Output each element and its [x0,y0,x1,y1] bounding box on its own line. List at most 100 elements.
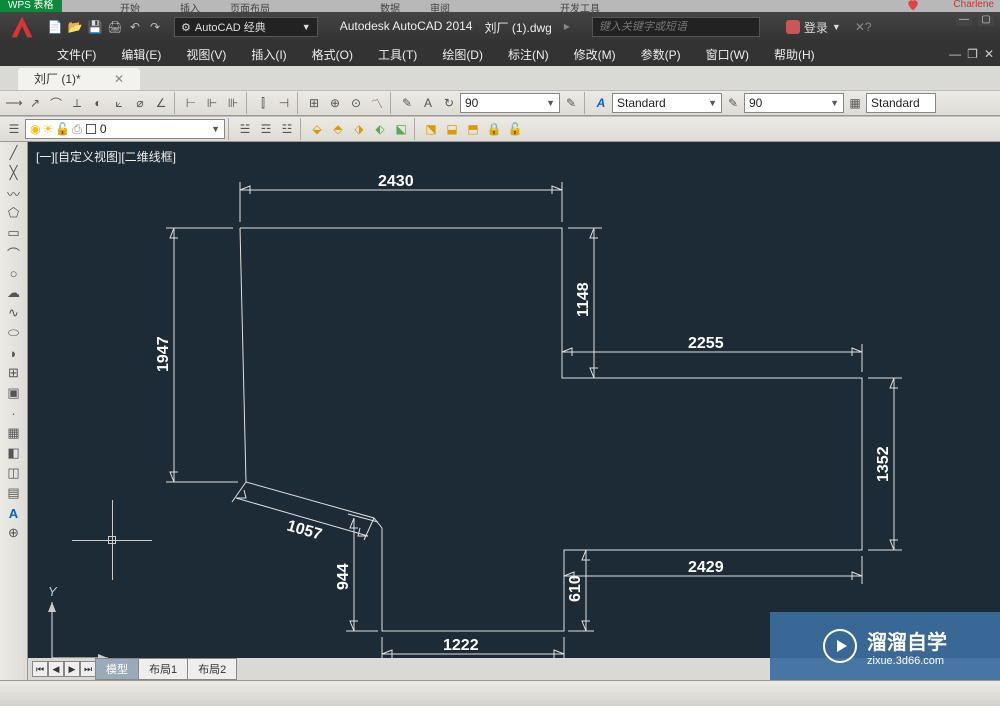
layer-walk-icon[interactable]: ⬘ [328,119,348,139]
dim-quick-icon[interactable]: ⊢ [181,93,201,113]
layer-unlock-icon[interactable]: 🔓 [505,119,525,139]
menu-view[interactable]: 视图(V) [175,43,237,66]
spline-icon[interactable]: ∿ [4,304,24,322]
inspect-icon[interactable]: ⊙ [346,93,366,113]
print-icon[interactable]: 🖨 [106,18,124,36]
dim-continue-icon[interactable]: ⊪ [223,93,243,113]
menu-modify[interactable]: 修改(M) [563,43,627,66]
dim-baseline-icon[interactable]: ⊩ [202,93,222,113]
open-icon[interactable]: 📂 [66,18,84,36]
chevron-right-icon[interactable]: ▸ [564,19,570,36]
make-block-icon[interactable]: ▣ [4,384,24,402]
tab-last-icon[interactable]: ⏭ [80,661,96,677]
table-style-icon[interactable]: ▦ [845,93,865,113]
doc-close-icon[interactable]: ✕ [984,47,994,61]
dim-radius-icon[interactable]: ◐ [88,93,108,113]
tab-layout2[interactable]: 布局2 [187,658,237,680]
center-mark-icon[interactable]: ⊕ [325,93,345,113]
rectangle-icon[interactable]: ▭ [4,224,24,242]
point-icon[interactable]: · [4,404,24,422]
login-button[interactable]: 登录 ▼ [786,19,841,36]
xline-icon[interactable]: ╳ [4,164,24,182]
dim-arc-icon[interactable]: ⌒ [46,93,66,113]
line-icon[interactable]: ╱ [4,144,24,162]
tab-first-icon[interactable]: ⏮ [32,661,48,677]
menu-window[interactable]: 窗口(W) [695,43,760,66]
circle-icon[interactable]: ○ [4,264,24,282]
maximize-button[interactable]: ▢ [978,12,994,26]
dim-edit-icon[interactable]: ✎ [397,93,417,113]
dim-angular-icon[interactable]: ∠ [151,93,171,113]
table-icon[interactable]: ▤ [4,484,24,502]
menu-draw[interactable]: 绘图(D) [431,43,494,66]
tab-prev-icon[interactable]: ◀ [48,661,64,677]
ellipse-arc-icon[interactable]: ◗ [4,344,24,362]
hatch-icon[interactable]: ▦ [4,424,24,442]
mtext-icon[interactable]: A [4,504,24,522]
layer-copy-icon[interactable]: ⬓ [442,119,462,139]
redo-icon[interactable]: ↷ [146,18,164,36]
dim-space-icon[interactable]: ⫿ [253,93,273,113]
menu-dim[interactable]: 标注(N) [497,43,560,66]
close-tab-icon[interactable]: ✕ [114,72,124,86]
addselected-icon[interactable]: ⊕ [4,524,24,542]
minimize-button[interactable]: — [956,12,972,26]
jogged-linear-icon[interactable]: 〽 [367,93,387,113]
doc-minimize-icon[interactable]: — [949,47,961,61]
layer-del-icon[interactable]: ⬒ [463,119,483,139]
tab-model[interactable]: 模型 [95,658,139,680]
arc-icon[interactable]: ⌒ [4,244,24,262]
dim-break-icon[interactable]: ⊣ [274,93,294,113]
layer-dropdown[interactable]: ◉ ☀ 🔓 ⎙ 0 ▼ [25,119,225,139]
layer-make-icon[interactable]: ⬔ [421,119,441,139]
save-icon[interactable]: 💾 [86,18,104,36]
drawing-canvas[interactable]: [一][自定义视图][二维线框] 2430 1947 1148 [28,142,1000,658]
search-input[interactable] [592,17,760,37]
layer-prev-icon[interactable]: ☳ [277,119,297,139]
autocad-logo-icon[interactable] [4,13,40,41]
dim-linear-icon[interactable]: ⟶ [4,93,24,113]
menu-insert[interactable]: 插入(I) [240,43,297,66]
dim-jogged-icon[interactable]: ⟀ [109,93,129,113]
polygon-icon[interactable]: ⬠ [4,204,24,222]
region-icon[interactable]: ◫ [4,464,24,482]
layer-off-icon[interactable]: ⬖ [370,119,390,139]
dim-text-edit-icon[interactable]: A [418,93,438,113]
dim-update-icon[interactable]: ↻ [439,93,459,113]
table-style-dropdown[interactable]: Standard [866,93,936,113]
menu-tools[interactable]: 工具(T) [367,43,428,66]
insert-block-icon[interactable]: ⊞ [4,364,24,382]
layer-lock-icon[interactable]: 🔒 [484,119,504,139]
document-tab[interactable]: 刘厂 (1)* ✕ [18,68,140,90]
dim-value2-dropdown[interactable]: 90 ▼ [744,93,844,113]
text-style-A-icon[interactable]: A [591,93,611,113]
new-icon[interactable]: 📄 [46,18,64,36]
text-style-dropdown[interactable]: Standard ▼ [612,93,722,113]
doc-restore-icon[interactable]: ❐ [967,47,978,61]
menu-help[interactable]: 帮助(H) [763,43,826,66]
dim-aligned-icon[interactable]: ↗ [25,93,45,113]
revcloud-icon[interactable]: ☁ [4,284,24,302]
dim-style-icon-2[interactable]: ✎ [723,93,743,113]
undo-icon[interactable]: ↶ [126,18,144,36]
dim-ordinate-icon[interactable]: ⟂ [67,93,87,113]
tab-next-icon[interactable]: ▶ [64,661,80,677]
menu-file[interactable]: 文件(F) [46,43,107,66]
layer-match-icon[interactable]: ⬙ [307,119,327,139]
gradient-icon[interactable]: ◧ [4,444,24,462]
dim-diameter-icon[interactable]: ⌀ [130,93,150,113]
exchange-icon[interactable]: ✕ [855,20,865,34]
ellipse-icon[interactable]: ⬭ [4,324,24,342]
dim-value-dropdown[interactable]: 90 ▼ [460,93,560,113]
layer-props-icon[interactable]: ☰ [4,119,24,139]
menu-format[interactable]: 格式(O) [301,43,364,66]
menu-param[interactable]: 参数(P) [630,43,692,66]
tab-layout1[interactable]: 布局1 [138,658,188,680]
layer-iso-icon[interactable]: ☲ [256,119,276,139]
polyline-icon[interactable]: 〰 [4,184,24,202]
layer-freeze-icon[interactable]: ⬗ [349,119,369,139]
help-icon[interactable]: ? [865,20,872,34]
tolerance-icon[interactable]: ⊞ [304,93,324,113]
menu-edit[interactable]: 编辑(E) [110,43,172,66]
workspace-selector[interactable]: ⚙ AutoCAD 经典 ▼ [174,17,318,37]
